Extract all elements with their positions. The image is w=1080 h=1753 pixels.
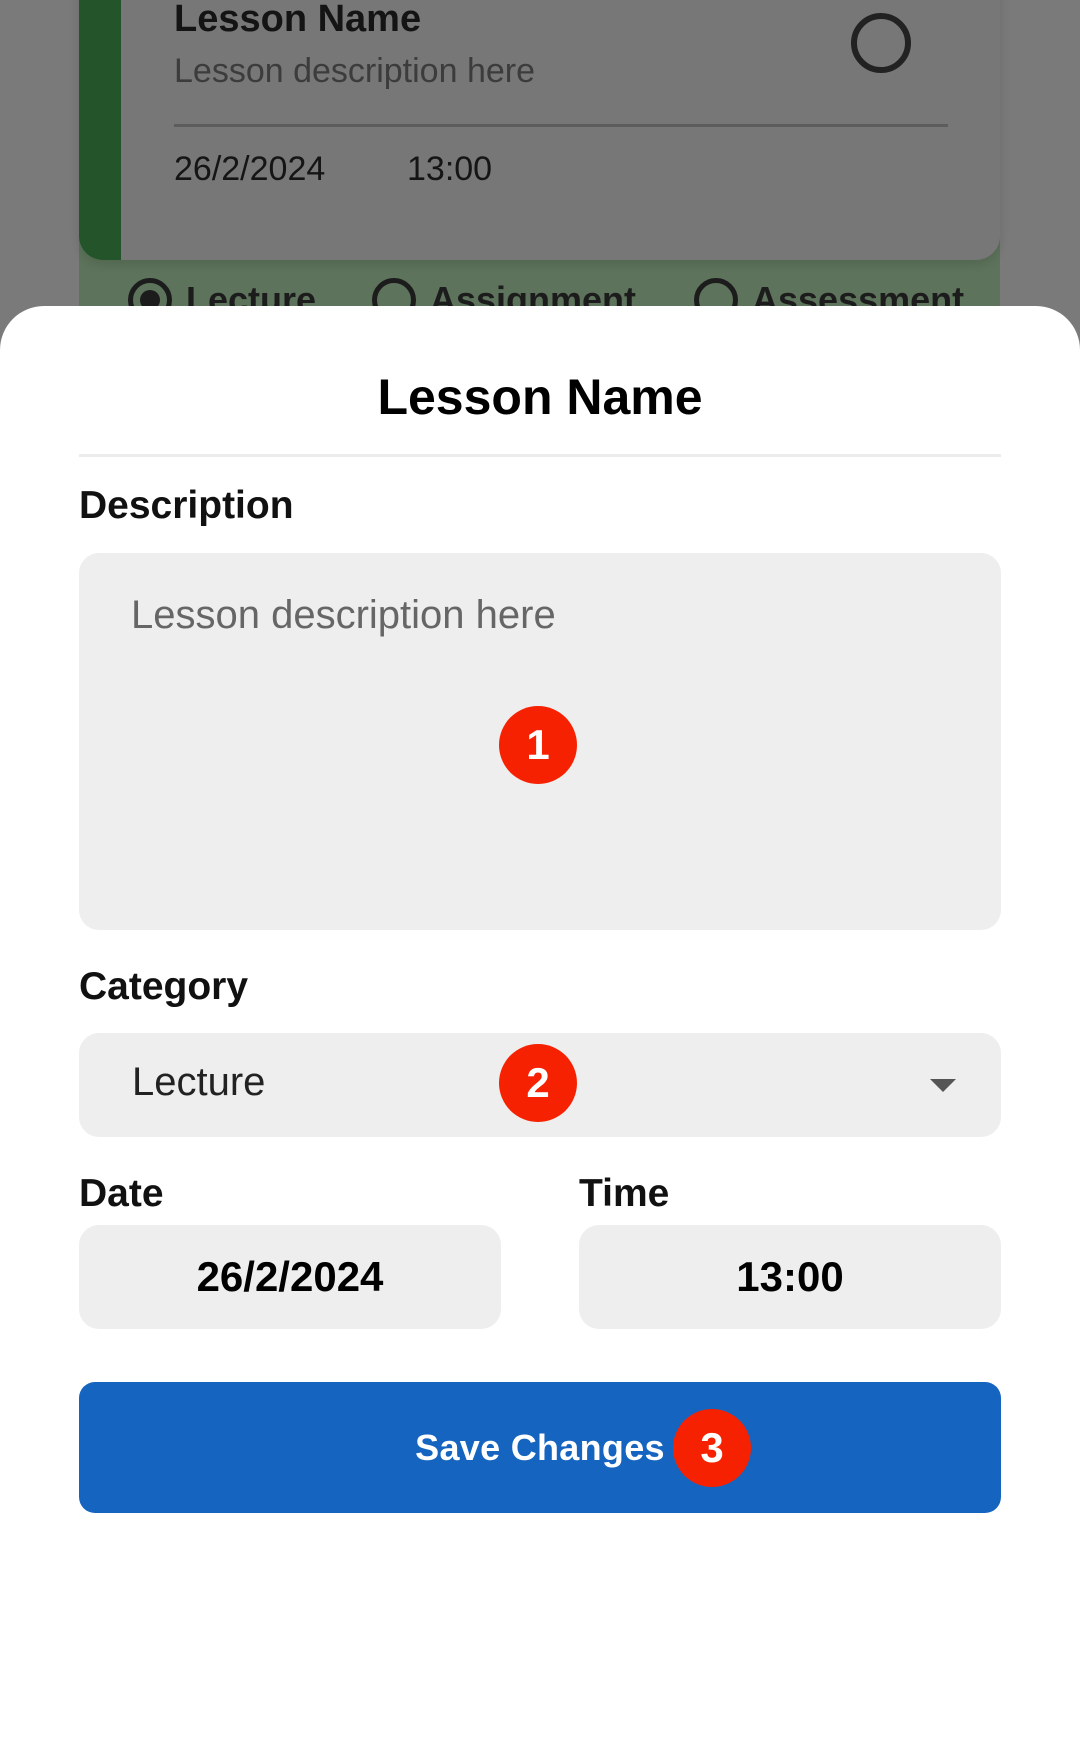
time-picker-field[interactable]: 13:00 [579,1225,1001,1329]
category-stripe [79,0,121,260]
save-changes-button[interactable]: Save Changes [79,1382,1001,1513]
category-selected-value: Lecture [132,1060,266,1104]
description-label: Description [79,484,294,527]
lesson-card-date: 26/2/2024 [174,150,326,188]
annotation-marker-1: 1 [499,706,577,784]
dropdown-arrow-icon [930,1079,956,1092]
sheet-divider [79,454,1001,457]
annotation-marker-2: 2 [499,1044,577,1122]
category-label: Category [79,965,249,1008]
date-label: Date [79,1172,164,1215]
sheet-title: Lesson Name [377,369,703,425]
background-screen: Lesson Name Lesson description here 26/2… [0,0,1080,340]
lesson-card[interactable]: Lesson Name Lesson description here 26/2… [79,0,1000,260]
date-picker-field[interactable]: 26/2/2024 [79,1225,501,1329]
complete-checkbox-icon[interactable] [851,13,911,73]
edit-lesson-sheet: Lesson Name Description Category Lecture… [0,306,1080,1753]
save-changes-label: Save Changes [415,1427,665,1468]
lesson-card-divider [174,124,948,127]
lesson-card-time: 13:00 [407,150,493,188]
time-label: Time [579,1172,670,1215]
lesson-card-description: Lesson description here [174,52,536,90]
lesson-card-title: Lesson Name [174,0,422,40]
annotation-marker-3: 3 [673,1409,751,1487]
